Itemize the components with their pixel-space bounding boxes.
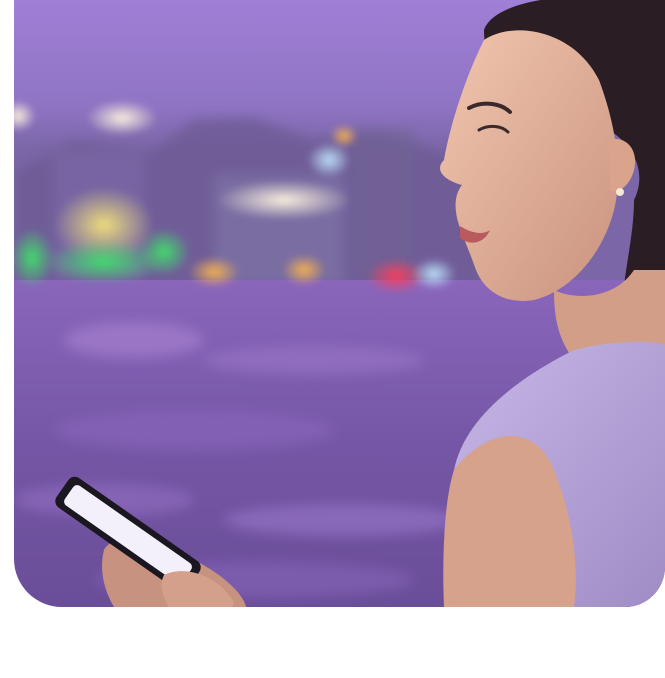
hero-photo-card xyxy=(14,0,665,607)
earring xyxy=(616,188,624,196)
night-harbor-photo xyxy=(14,0,665,607)
page-background-bottom xyxy=(0,607,665,678)
